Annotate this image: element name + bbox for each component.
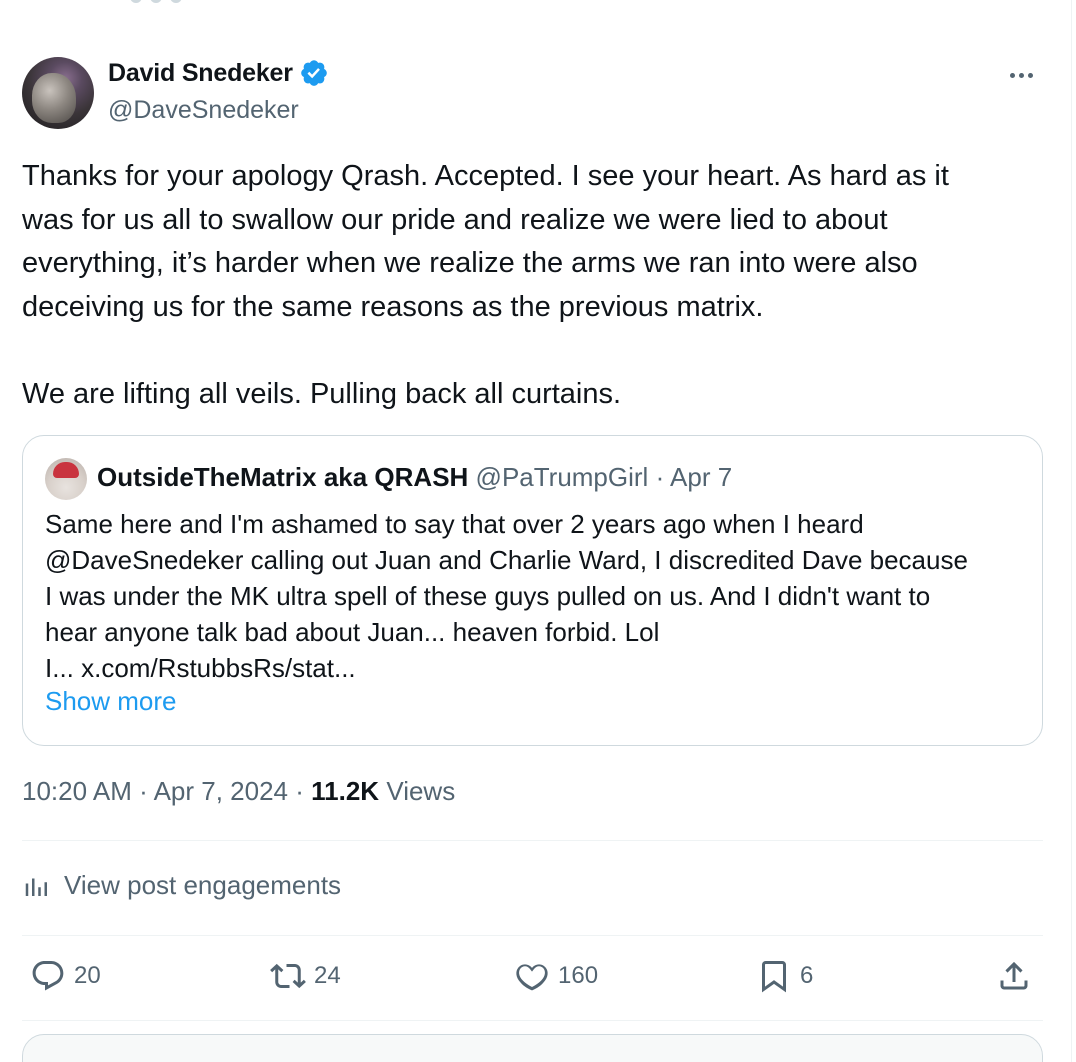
bookmark-icon	[762, 961, 786, 993]
quoted-post-header: OutsideTheMatrix aka QRASH @PaTrumpGirl …	[97, 462, 732, 493]
divider	[22, 935, 1043, 936]
reply-icon	[32, 961, 64, 991]
meta-separator: ·	[139, 776, 148, 806]
author-name-row: David Snedeker	[108, 58, 329, 88]
author-name[interactable]: David Snedeker	[108, 59, 293, 88]
reply-button[interactable]: 20	[30, 958, 101, 994]
divider	[22, 1020, 1043, 1021]
post-detail-page: David Snedeker @DaveSnedeker Thanks for …	[0, 0, 1076, 1062]
column-divider	[1071, 0, 1072, 1062]
quoted-date: Apr 7	[670, 462, 733, 492]
clipped-top-content	[130, 0, 210, 4]
quoted-post-text: Same here and I'm ashamed to say that ov…	[45, 509, 968, 683]
post-time[interactable]: 10:20 AM	[22, 776, 132, 806]
author-avatar[interactable]	[22, 57, 94, 129]
views-count: 11.2K	[311, 776, 380, 806]
bookmark-button[interactable]: 6	[756, 958, 813, 994]
quoted-post[interactable]: OutsideTheMatrix aka QRASH @PaTrumpGirl …	[22, 435, 1043, 746]
divider	[22, 840, 1043, 841]
verified-badge-icon	[300, 60, 327, 86]
views-label: Views	[386, 776, 456, 806]
share-button[interactable]	[996, 958, 1040, 994]
like-icon	[516, 964, 548, 991]
view-engagements-button[interactable]: View post engagements	[22, 870, 341, 901]
meta-separator: ·	[295, 776, 304, 806]
quoted-author-name: OutsideTheMatrix aka QRASH	[97, 462, 469, 492]
repost-icon	[270, 963, 306, 989]
author-handle[interactable]: @DaveSnedeker	[108, 96, 299, 125]
post-timestamp-line: 10:20 AM · Apr 7, 2024 · 11.2K Views	[22, 776, 455, 807]
like-button[interactable]: 160	[514, 958, 598, 994]
post-text: Thanks for your apology Qrash. Accepted.…	[22, 160, 949, 410]
repost-button[interactable]: 24	[270, 958, 341, 994]
show-more-link[interactable]: Show more	[45, 686, 177, 717]
repost-count: 24	[314, 962, 341, 989]
share-icon	[1000, 961, 1028, 990]
quoted-separator: ·	[655, 462, 665, 492]
action-bar: 20 24 160 6	[30, 958, 1040, 1002]
analytics-icon	[25, 878, 47, 896]
more-options-icon[interactable]	[1010, 66, 1038, 84]
quoted-author-handle: @PaTrumpGirl	[475, 462, 649, 492]
reply-count: 20	[74, 962, 101, 989]
next-card-partial	[22, 1034, 1043, 1062]
post-date[interactable]: Apr 7, 2024	[154, 776, 288, 806]
engagements-label: View post engagements	[64, 870, 342, 900]
quoted-author-avatar	[45, 458, 87, 500]
bookmark-count: 6	[800, 962, 814, 989]
like-count: 160	[558, 962, 599, 989]
